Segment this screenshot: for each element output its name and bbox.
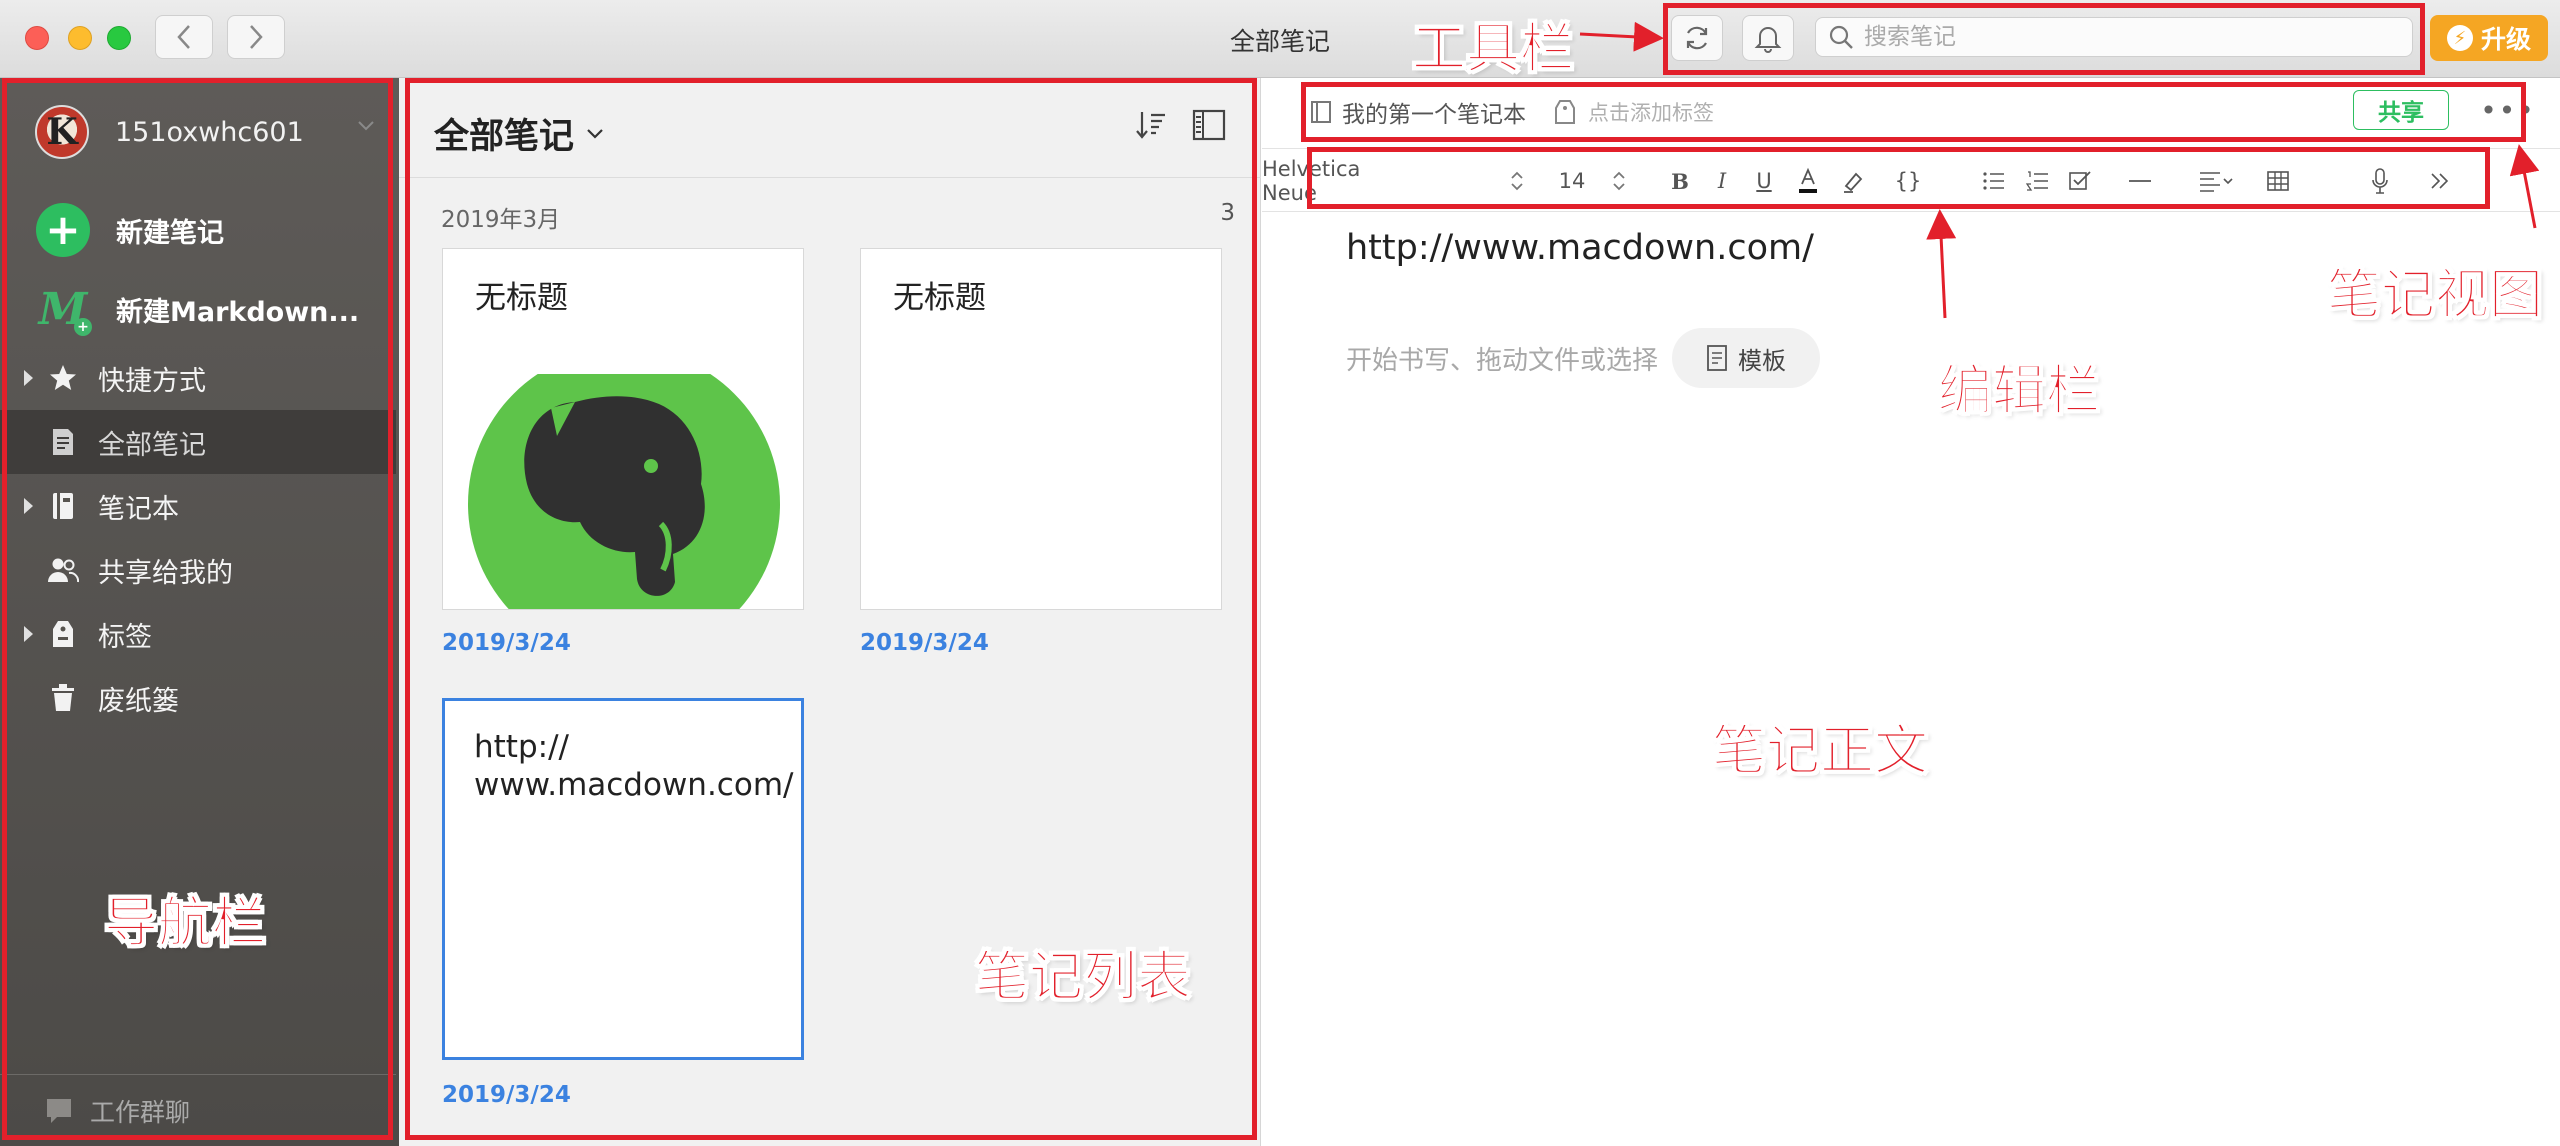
close-window-button[interactable] — [25, 26, 49, 50]
minimize-window-button[interactable] — [68, 26, 92, 50]
annotation-note-view-label: 笔记视图 — [2327, 263, 2544, 327]
template-button[interactable]: 模板 — [1672, 328, 1821, 388]
note-editor: 我的第一个笔记本 点击添加标签 共享 ••• Helvetica Neue 14… — [1262, 78, 2560, 1146]
window-title: 全部笔记 — [1229, 27, 1330, 56]
annotation-box-toolbar — [1663, 3, 2425, 75]
template-icon — [1707, 345, 1727, 371]
note-body-placeholder[interactable]: 开始书写、拖动文件或选择 模板 — [1346, 328, 1821, 388]
annotation-toolbar-label: 工具栏 — [1412, 17, 1575, 81]
annotation-note-body-label: 笔记正文 — [1712, 719, 1929, 783]
annotation-box-note-view — [1301, 82, 2526, 142]
lightning-icon: ⚡ — [2446, 25, 2473, 51]
back-button[interactable] — [155, 15, 213, 59]
chevron-left-icon — [177, 25, 190, 49]
template-label: 模板 — [1738, 346, 1787, 375]
upgrade-button[interactable]: ⚡ 升级 — [2430, 15, 2548, 61]
annotation-edit-bar-label: 编辑栏 — [1938, 359, 2101, 423]
annotation-note-list-label: 笔记列表 — [975, 945, 1192, 1009]
annotation-nav-label: 导航栏 — [104, 891, 267, 955]
note-content-text[interactable]: http://www.macdown.com/ — [1346, 228, 1814, 268]
chevron-right-icon — [250, 25, 263, 49]
annotation-box-edit-bar — [1307, 147, 2490, 209]
forward-button[interactable] — [227, 15, 285, 59]
upgrade-label: 升级 — [2480, 25, 2531, 54]
annotation-box-nav — [2, 78, 393, 1140]
body-placeholder-text: 开始书写、拖动文件或选择 — [1346, 345, 1659, 376]
zoom-window-button[interactable] — [107, 26, 131, 50]
